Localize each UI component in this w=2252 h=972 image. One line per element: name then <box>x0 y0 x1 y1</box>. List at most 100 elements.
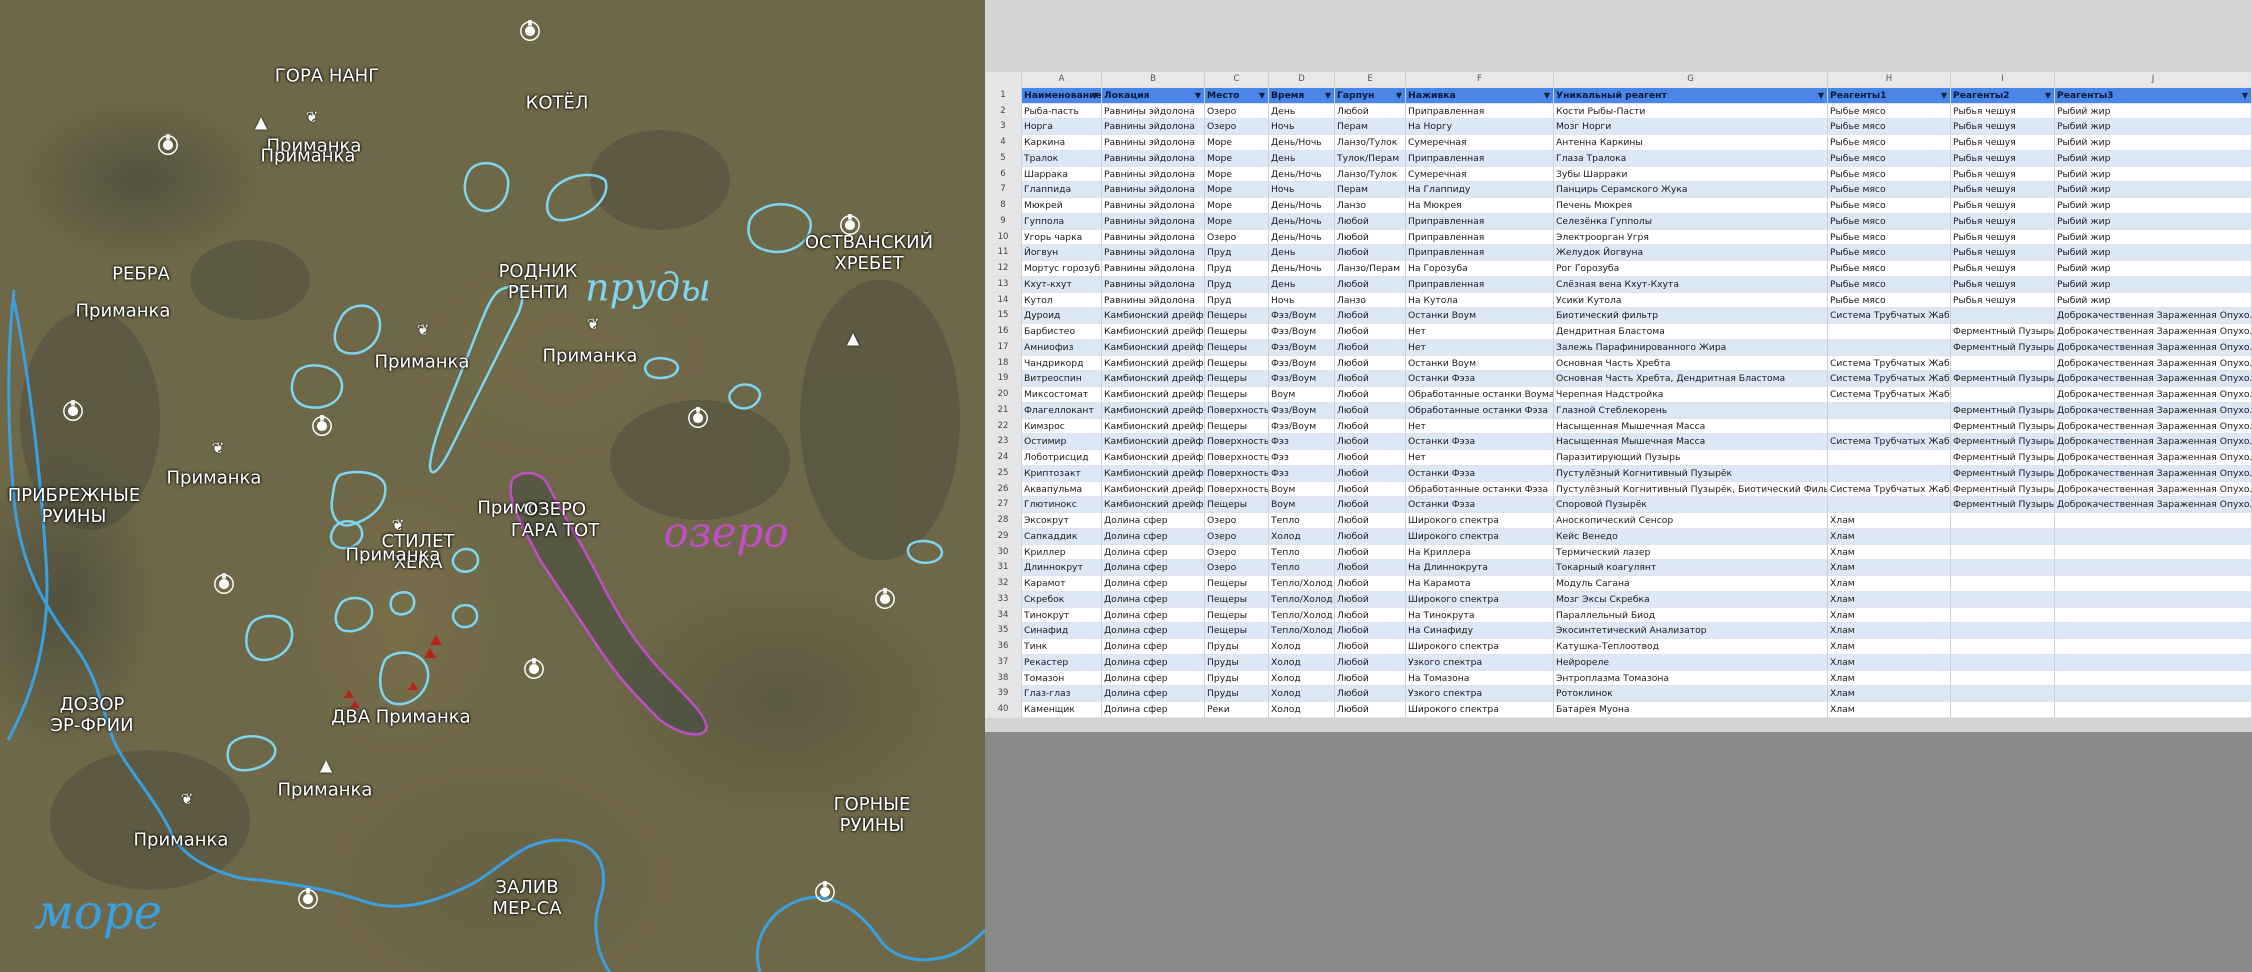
table-cell[interactable]: Останки Фэза <box>1406 371 1554 387</box>
table-cell[interactable]: Любой <box>1335 544 1406 561</box>
waypoint-icon[interactable] <box>874 586 896 614</box>
table-cell[interactable]: Холод <box>1269 702 1335 718</box>
table-cell[interactable]: Равнины эйдолона <box>1102 103 1205 120</box>
table-cell[interactable] <box>1828 465 1951 482</box>
table-cell[interactable]: Биотический фильтр <box>1554 308 1828 324</box>
table-cell[interactable] <box>1828 497 1951 513</box>
table-cell[interactable]: Витреоспин <box>1022 371 1102 387</box>
table-cell[interactable]: Основная Часть Хребта <box>1554 355 1828 372</box>
table-cell[interactable]: Рыбья чешуя <box>1951 198 2055 214</box>
table-cell[interactable]: Рыбий жир <box>2055 182 2252 198</box>
row-number[interactable]: 33 <box>985 591 1022 608</box>
column-letter[interactable]: D <box>1269 72 1335 88</box>
row-number[interactable]: 2 <box>985 103 1022 120</box>
table-cell[interactable]: Озеро <box>1205 560 1269 576</box>
table-cell[interactable] <box>1951 623 2055 639</box>
table-cell[interactable]: Широкого спектра <box>1406 702 1554 718</box>
table-cell[interactable]: Длиннокрут <box>1022 560 1102 576</box>
table-cell[interactable]: Равнины эйдолона <box>1102 213 1205 230</box>
table-cell[interactable]: Рыбье мясо <box>1828 182 1951 198</box>
table-cell[interactable]: Камбионский дрейф <box>1102 371 1205 387</box>
table-cell[interactable]: Йогвун <box>1022 245 1102 261</box>
row-number[interactable]: 29 <box>985 528 1022 545</box>
table-cell[interactable]: Реки <box>1205 702 1269 718</box>
table-cell[interactable]: Озеро <box>1205 103 1269 120</box>
table-cell[interactable]: Поверхность <box>1205 450 1269 466</box>
table-cell[interactable]: Долина сфер <box>1102 576 1205 592</box>
table-cell[interactable]: Холод <box>1269 686 1335 702</box>
header-cell[interactable]: Гарпун ▼ <box>1335 87 1406 104</box>
row-number[interactable]: 15 <box>985 308 1022 324</box>
table-cell[interactable]: Останки Фэза <box>1406 434 1554 450</box>
table-cell[interactable]: Кутол <box>1022 292 1102 309</box>
table-cell[interactable]: Любой <box>1335 450 1406 466</box>
table-cell[interactable]: Ферментный Пузырь <box>1951 450 2055 466</box>
table-cell[interactable]: Залежь Парафинированного Жира <box>1554 339 1828 356</box>
table-cell[interactable]: Катушка-Теплоотвод <box>1554 639 1828 655</box>
table-cell[interactable] <box>1828 418 1951 435</box>
table-cell[interactable]: Море <box>1205 213 1269 230</box>
table-cell[interactable] <box>1828 402 1951 419</box>
row-number[interactable]: 12 <box>985 261 1022 277</box>
table-cell[interactable]: Пруд <box>1205 261 1269 277</box>
table-cell[interactable]: Доброкачественная Зараженная Опухоль <box>2055 324 2252 340</box>
table-cell[interactable]: Рыбий жир <box>2055 276 2252 293</box>
table-cell[interactable]: Пруд <box>1205 276 1269 293</box>
row-number[interactable]: 9 <box>985 213 1022 230</box>
header-cell[interactable]: Наживка ▼ <box>1406 87 1554 104</box>
table-cell[interactable]: Доброкачественная Зараженная Опухоль <box>2055 481 2252 498</box>
table-cell[interactable]: Рыбье мясо <box>1828 213 1951 230</box>
table-cell[interactable]: Угорь чарка <box>1022 229 1102 246</box>
column-letter[interactable]: F <box>1406 72 1554 88</box>
table-cell[interactable]: Поверхность <box>1205 434 1269 450</box>
table-cell[interactable]: Равнины эйдолона <box>1102 119 1205 135</box>
table-cell[interactable]: Ферментный Пузырь <box>1951 418 2055 435</box>
filter-icon[interactable]: ▼ <box>1195 88 1201 103</box>
table-cell[interactable]: Рыбье мясо <box>1828 292 1951 309</box>
table-cell[interactable] <box>2055 513 2252 529</box>
column-letter[interactable]: A <box>1022 72 1102 88</box>
row-number[interactable]: 25 <box>985 465 1022 482</box>
table-cell[interactable]: Пруд <box>1205 245 1269 261</box>
table-cell[interactable] <box>2055 560 2252 576</box>
table-cell[interactable]: Хлам <box>1828 528 1951 545</box>
table-cell[interactable]: Рыбья чешуя <box>1951 245 2055 261</box>
table-cell[interactable]: Рыбье мясо <box>1828 261 1951 277</box>
table-cell[interactable]: Фэз/Воум <box>1269 402 1335 419</box>
table-cell[interactable]: Ночь <box>1269 292 1335 309</box>
table-cell[interactable]: Доброкачественная Зараженная Опухоль <box>2055 402 2252 419</box>
filter-icon[interactable]: ▼ <box>2045 88 2051 103</box>
table-cell[interactable]: Рыбья чешуя <box>1951 135 2055 151</box>
table-cell[interactable]: Доброкачественная Зараженная Опухоль <box>2055 339 2252 356</box>
table-cell[interactable]: Рыбья чешуя <box>1951 276 2055 293</box>
table-cell[interactable]: Любой <box>1335 229 1406 246</box>
table-cell[interactable] <box>1951 528 2055 545</box>
table-cell[interactable]: Ферментный Пузырь <box>1951 339 2055 356</box>
table-cell[interactable]: Томазон <box>1022 670 1102 687</box>
table-cell[interactable]: Равнины эйдолона <box>1102 182 1205 198</box>
table-cell[interactable] <box>2055 591 2252 608</box>
filter-icon[interactable]: ▼ <box>1818 88 1824 103</box>
table-cell[interactable]: Основная Часть Хребта, Дендритная Бласто… <box>1554 371 1828 387</box>
header-cell[interactable]: Реагенты3 ▼ <box>2055 87 2252 104</box>
table-cell[interactable]: Хлам <box>1828 654 1951 671</box>
row-number[interactable]: 34 <box>985 607 1022 624</box>
table-cell[interactable]: Пещеры <box>1205 497 1269 513</box>
row-number[interactable]: 10 <box>985 229 1022 246</box>
spreadsheet[interactable]: A B C D E F G H I J 1 Наименование ▼ Локация ▼ Место ▼ Вр… <box>985 0 2252 732</box>
table-cell[interactable]: Глазной Стеблекорень <box>1554 402 1828 419</box>
table-cell[interactable]: Рыбья чешуя <box>1951 261 2055 277</box>
table-cell[interactable]: Рыбья чешуя <box>1951 150 2055 167</box>
row-number[interactable]: 38 <box>985 670 1022 687</box>
row-number[interactable]: 13 <box>985 276 1022 293</box>
table-cell[interactable]: Рыбье мясо <box>1828 245 1951 261</box>
table-cell[interactable]: Долина сфер <box>1102 607 1205 624</box>
table-cell[interactable]: Любой <box>1335 418 1406 435</box>
table-cell[interactable]: Фэз/Воум <box>1269 371 1335 387</box>
table-cell[interactable]: Любой <box>1335 560 1406 576</box>
table-cell[interactable]: Любой <box>1335 324 1406 340</box>
table-cell[interactable]: Доброкачественная Зараженная Опухоль <box>2055 465 2252 482</box>
table-cell[interactable]: Пещеры <box>1205 371 1269 387</box>
filter-icon[interactable]: ▼ <box>2242 88 2248 103</box>
column-letter[interactable]: C <box>1205 72 1269 88</box>
